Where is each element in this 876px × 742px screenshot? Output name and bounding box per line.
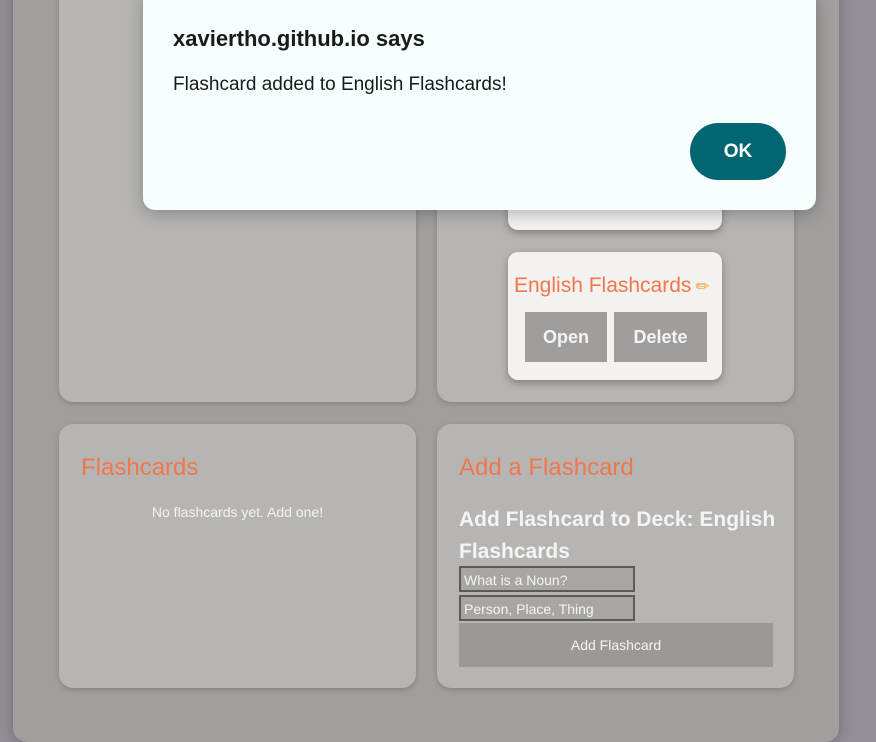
- pencil-icon[interactable]: ✏: [695, 277, 709, 296]
- deck-title-text: English Flashcards: [514, 274, 692, 297]
- answer-field[interactable]: Person, Place, Thing: [459, 595, 635, 621]
- ok-button[interactable]: OK: [690, 123, 786, 180]
- flashcards-title: Flashcards: [81, 454, 199, 481]
- deck-title: English Flashcards ✏: [514, 274, 710, 298]
- add-flashcard-button[interactable]: Add Flashcard: [459, 623, 773, 667]
- alert-dialog: xaviertho.github.io says Flashcard added…: [143, 0, 816, 210]
- deck-open-button[interactable]: Open: [525, 312, 607, 362]
- flashcards-empty-text: No flashcards yet. Add one!: [151, 504, 324, 520]
- deck-delete-button[interactable]: Delete: [614, 312, 707, 362]
- add-flashcard-card: Add a Flashcard Add Flashcard to Deck: E…: [437, 424, 794, 688]
- dialog-title: xaviertho.github.io says: [173, 26, 425, 51]
- flashcards-card: Flashcards No flashcards yet. Add one!: [59, 424, 416, 688]
- add-flashcard-subheading: Add Flashcard to Deck: English Flashcard…: [459, 508, 776, 563]
- question-field[interactable]: What is a Noun?: [459, 566, 635, 592]
- deck-card: English Flashcards ✏ Open Delete: [508, 252, 722, 380]
- dialog-message: Flashcard added to English Flashcards!: [173, 74, 507, 95]
- add-flashcard-title: Add a Flashcard: [459, 454, 634, 481]
